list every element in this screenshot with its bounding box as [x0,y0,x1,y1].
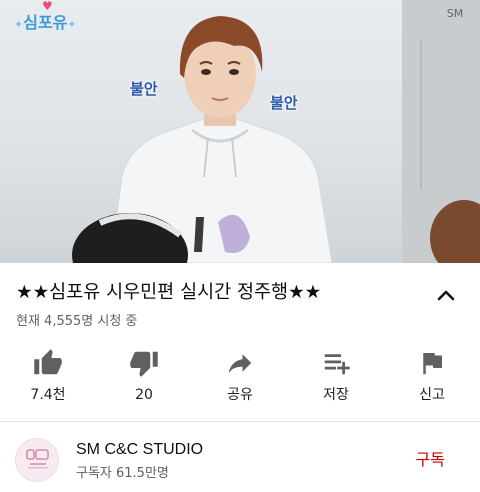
foreground-head [72,213,188,263]
video-title: ★★심포유 시우민편 실시간 정주행★★ [16,282,322,303]
report-button[interactable]: 신고 [384,348,480,410]
video-player[interactable]: ✦심포유✦ ♥ SM 불안 불안 [0,0,480,263]
save-label: 저장 [323,387,349,403]
like-button[interactable]: 7.4천 [0,348,96,410]
subscriber-count: 구독자 61.5만명 [76,466,169,481]
caption-left: 불안 [130,80,158,98]
playlist-add-icon [321,348,351,378]
show-logo: ✦심포유✦ ♥ [14,0,77,32]
report-label: 신고 [419,387,445,403]
background-door [420,40,470,190]
expand-description-button[interactable] [434,284,458,306]
channel-watermark: SM [446,7,464,20]
channel-name[interactable]: SM C&C STUDIO [76,440,203,460]
action-bar: 7.4천 20 공유 저장 신고 [0,348,480,410]
channel-logo-icon [16,439,58,481]
title-row: ★★심포유 시우민편 실시간 정주행★★ [0,280,480,310]
subscribe-button[interactable]: 구독 [416,450,445,470]
heart-icon: ♥ [42,0,53,13]
dislike-count: 20 [135,387,153,403]
dislike-button[interactable]: 20 [96,348,192,410]
chevron-up-icon [437,290,455,301]
save-button[interactable]: 저장 [288,348,384,410]
live-viewer-count: 현재 4,555명 시청 중 [16,314,138,329]
share-icon [225,348,255,378]
foreground-head-right [430,200,480,263]
caption-right: 불안 [270,94,298,112]
thumbs-down-icon [129,348,159,378]
thumbs-up-icon [33,348,63,378]
share-label: 공유 [227,387,253,403]
channel-avatar[interactable] [15,438,59,482]
like-count: 7.4천 [30,387,66,403]
channel-row: SM C&C STUDIO 구독자 61.5만명 구독 [0,428,480,492]
section-divider [0,421,480,422]
share-button[interactable]: 공유 [192,348,288,410]
flag-icon [417,348,447,378]
